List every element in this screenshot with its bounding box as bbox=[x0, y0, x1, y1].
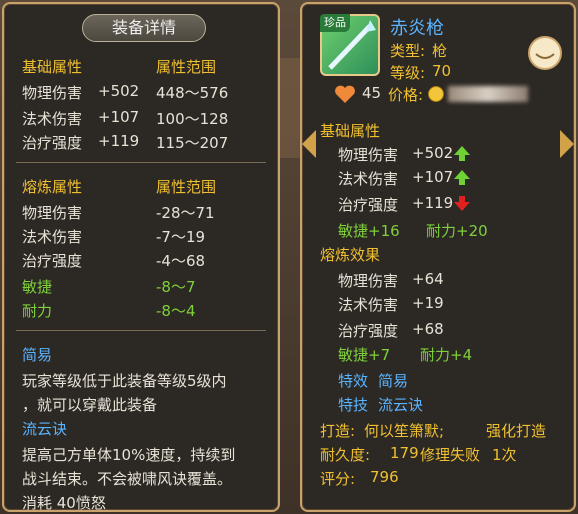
effect-value: 简易 bbox=[378, 372, 409, 390]
refine-agility: 敏捷+7 bbox=[338, 346, 391, 364]
prev-arrow-icon[interactable] bbox=[302, 130, 316, 158]
attr-name: 法术伤害 bbox=[338, 170, 399, 188]
repair-fail-label: 修理失败 bbox=[420, 446, 481, 464]
divider bbox=[16, 162, 266, 163]
price-value-blurred bbox=[448, 86, 528, 102]
refine-effect-header: 熔炼效果 bbox=[320, 246, 381, 264]
attr-value: +107 bbox=[412, 168, 454, 186]
heart-icon bbox=[335, 85, 355, 103]
arrow-up-icon bbox=[459, 179, 465, 185]
attr-value: +119 bbox=[98, 132, 140, 150]
refine-attr-name: 法术伤害 bbox=[22, 228, 83, 246]
attr-value: +502 bbox=[412, 144, 454, 162]
level-label: 等级: bbox=[390, 64, 426, 82]
effect-desc: 玩家等级低于此装备等级5级内 bbox=[22, 372, 227, 390]
refine-attr-range: -7～19 bbox=[156, 228, 206, 246]
refine-range-header: 属性范围 bbox=[156, 178, 217, 196]
base-attr-header: 基础属性 bbox=[320, 122, 381, 140]
base-attr-header: 基础属性 bbox=[22, 58, 83, 76]
skill-label: 特技 bbox=[338, 396, 369, 414]
skill-desc: 战斗结束。不会被啸风诀覆盖。 bbox=[22, 470, 233, 488]
item-info-panel: 珍品 赤炎枪 类型: 枪 等级: 70 45 价格: 基础属性 物理伤害 +50… bbox=[300, 2, 576, 512]
skill-desc: 提高己方单体10%速度，持续到 bbox=[22, 446, 236, 464]
refine-name: 治疗强度 bbox=[338, 322, 399, 340]
repair-count: 1次 bbox=[492, 446, 517, 464]
coin-icon bbox=[428, 86, 444, 102]
attr-name: 法术伤害 bbox=[22, 110, 83, 128]
skill-cost: 消耗 40愤怒 bbox=[22, 494, 106, 512]
refine-value: +19 bbox=[412, 294, 444, 312]
effect-desc: ，就可以穿戴此装备 bbox=[22, 396, 158, 414]
attr-name: 物理伤害 bbox=[338, 146, 399, 164]
level-value: 70 bbox=[432, 62, 452, 80]
refine-attr-name: 治疗强度 bbox=[22, 252, 83, 270]
refine-stamina: 耐力+4 bbox=[420, 346, 473, 364]
attr-range: 115～207 bbox=[156, 134, 229, 152]
refine-attr-range: -28～71 bbox=[156, 204, 215, 222]
item-name: 赤炎枪 bbox=[390, 18, 444, 39]
spear-icon bbox=[328, 20, 376, 70]
refine-attr-name: 耐力 bbox=[22, 302, 53, 320]
enhance-tag: 强化打造 bbox=[486, 422, 547, 440]
effect-name: 简易 bbox=[22, 346, 53, 364]
arrow-up-icon bbox=[459, 155, 465, 161]
skill-value: 流云诀 bbox=[378, 396, 424, 414]
durability-label: 耐久度: bbox=[320, 446, 371, 464]
divider bbox=[16, 330, 266, 331]
refine-value: +68 bbox=[412, 320, 444, 338]
refine-attr-name: 物理伤害 bbox=[22, 204, 83, 222]
eye-icon[interactable] bbox=[528, 36, 562, 70]
agility-bonus: 敏捷+16 bbox=[338, 222, 400, 240]
attr-value: +502 bbox=[98, 82, 140, 100]
attr-range: 100～128 bbox=[156, 110, 229, 128]
score-label: 评分: bbox=[320, 470, 356, 488]
durability-value: 179 bbox=[390, 444, 419, 462]
score-value: 796 bbox=[370, 468, 399, 486]
arrow-down-icon bbox=[454, 202, 470, 211]
panel-title: 装备详情 bbox=[82, 14, 206, 42]
type-value: 枪 bbox=[432, 42, 448, 60]
arrow-up-icon bbox=[454, 170, 470, 179]
refine-value: +64 bbox=[412, 270, 444, 288]
attr-value: +119 bbox=[412, 194, 454, 212]
equipment-detail-panel: 装备详情 基础属性 属性范围 物理伤害 +502 448～576 法术伤害 +1… bbox=[2, 2, 280, 512]
attr-range: 448～576 bbox=[156, 84, 229, 102]
refine-attr-header: 熔炼属性 bbox=[22, 178, 83, 196]
range-header: 属性范围 bbox=[156, 58, 217, 76]
next-arrow-icon[interactable] bbox=[560, 130, 574, 158]
maker-value: 何以笙箫默; bbox=[364, 422, 445, 440]
maker-label: 打造: bbox=[320, 422, 356, 440]
refine-attr-name: 敏捷 bbox=[22, 278, 53, 296]
refine-attr-range: -4～68 bbox=[156, 252, 206, 270]
refine-attr-range: -8～4 bbox=[156, 302, 196, 320]
price-label: 价格: bbox=[388, 86, 424, 104]
heart-count: 45 bbox=[362, 84, 382, 102]
item-icon[interactable]: 珍品 bbox=[320, 14, 380, 76]
refine-attr-range: -8～7 bbox=[156, 278, 196, 296]
attr-name: 治疗强度 bbox=[22, 134, 83, 152]
stamina-bonus: 耐力+20 bbox=[426, 222, 488, 240]
type-label: 类型: bbox=[390, 42, 426, 60]
effect-label: 特效 bbox=[338, 372, 369, 390]
skill-name: 流云诀 bbox=[22, 420, 68, 438]
refine-name: 法术伤害 bbox=[338, 296, 399, 314]
attr-value: +107 bbox=[98, 108, 140, 126]
attr-name: 物理伤害 bbox=[22, 84, 83, 102]
refine-name: 物理伤害 bbox=[338, 272, 399, 290]
arrow-up-icon bbox=[454, 146, 470, 155]
attr-name: 治疗强度 bbox=[338, 196, 399, 214]
